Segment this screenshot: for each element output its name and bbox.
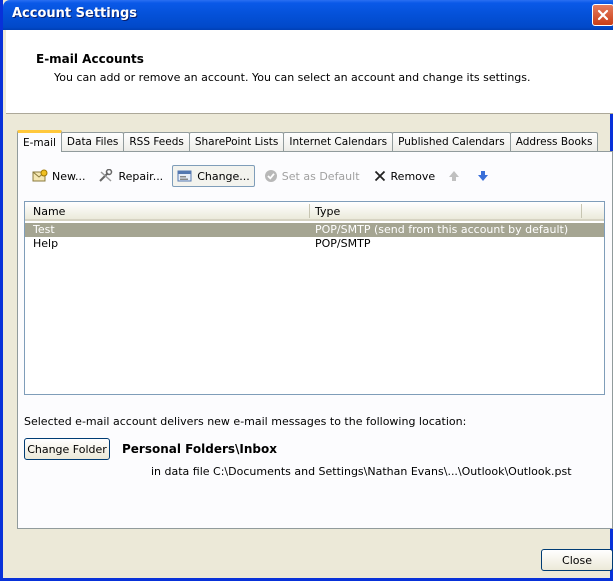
close-icon — [597, 9, 609, 21]
column-divider[interactable] — [309, 204, 310, 218]
tab-published-calendars[interactable]: Published Calendars — [392, 132, 511, 152]
delivery-location-label: Selected e-mail account delivers new e-m… — [24, 415, 467, 428]
column-header-type[interactable]: Type — [315, 205, 340, 218]
table-row[interactable]: Help POP/SMTP — [25, 237, 604, 251]
column-divider[interactable] — [581, 204, 582, 218]
change-account-icon — [177, 170, 192, 182]
new-account-icon — [32, 169, 48, 182]
delivery-folder-path: in data file C:\Documents and Settings\N… — [151, 465, 572, 478]
checkmark-circle-icon — [264, 170, 277, 182]
list-header: Name Type — [25, 202, 604, 221]
header-panel: E-mail Accounts You can add or remove an… — [6, 30, 613, 114]
account-type: POP/SMTP — [315, 237, 371, 250]
change-button[interactable]: Change... — [172, 165, 255, 187]
page-subtitle: You can add or remove an account. You ca… — [54, 71, 531, 84]
set-as-default-button[interactable]: Set as Default — [260, 165, 364, 187]
tab-strip: E-mail Data Files RSS Feeds SharePoint L… — [17, 130, 599, 152]
window-title: Account Settings — [12, 6, 138, 21]
toolbar: New... Repair... Change... Set as Defaul… — [28, 164, 502, 188]
change-label: Change... — [197, 169, 250, 183]
tab-email[interactable]: E-mail — [17, 130, 62, 152]
arrow-up-icon — [449, 171, 460, 181]
arrow-down-icon — [478, 171, 489, 181]
account-settings-window: Account Settings E-mail Accounts You can… — [0, 0, 613, 581]
account-name: Test — [33, 223, 55, 236]
change-folder-button[interactable]: Change Folder — [24, 438, 110, 460]
title-bar[interactable]: Account Settings — [3, 0, 613, 30]
window-close-button[interactable] — [592, 4, 613, 26]
account-name: Help — [33, 237, 59, 250]
new-button[interactable]: New... — [28, 165, 89, 187]
repair-label: Repair... — [118, 169, 164, 183]
email-tab-panel: New... Repair... Change... Set as Defaul… — [17, 151, 613, 529]
accounts-list[interactable]: Name Type Test POP/SMTP (send from this … — [24, 201, 605, 395]
account-type: POP/SMTP (send from this account by defa… — [315, 223, 569, 236]
tab-data-files[interactable]: Data Files — [60, 132, 125, 152]
page-title: E-mail Accounts — [36, 52, 144, 66]
repair-icon — [99, 169, 113, 182]
delivery-folder-name: Personal Folders\Inbox — [122, 442, 277, 456]
move-up-button[interactable] — [444, 165, 468, 187]
table-row[interactable]: Test POP/SMTP (send from this account by… — [25, 223, 604, 237]
set-as-default-label: Set as Default — [281, 169, 360, 183]
remove-button[interactable]: Remove — [369, 165, 440, 187]
column-header-name[interactable]: Name — [33, 205, 65, 218]
tab-rss-feeds[interactable]: RSS Feeds — [123, 132, 190, 152]
tab-sharepoint-lists[interactable]: SharePoint Lists — [188, 132, 285, 152]
repair-button[interactable]: Repair... — [94, 165, 167, 187]
close-button[interactable]: Close — [541, 549, 613, 571]
tab-address-books[interactable]: Address Books — [509, 132, 599, 152]
remove-label: Remove — [390, 169, 436, 183]
move-down-button[interactable] — [473, 165, 497, 187]
remove-x-icon — [374, 170, 385, 182]
new-label: New... — [52, 169, 86, 183]
tab-internet-calendars[interactable]: Internet Calendars — [283, 132, 394, 152]
